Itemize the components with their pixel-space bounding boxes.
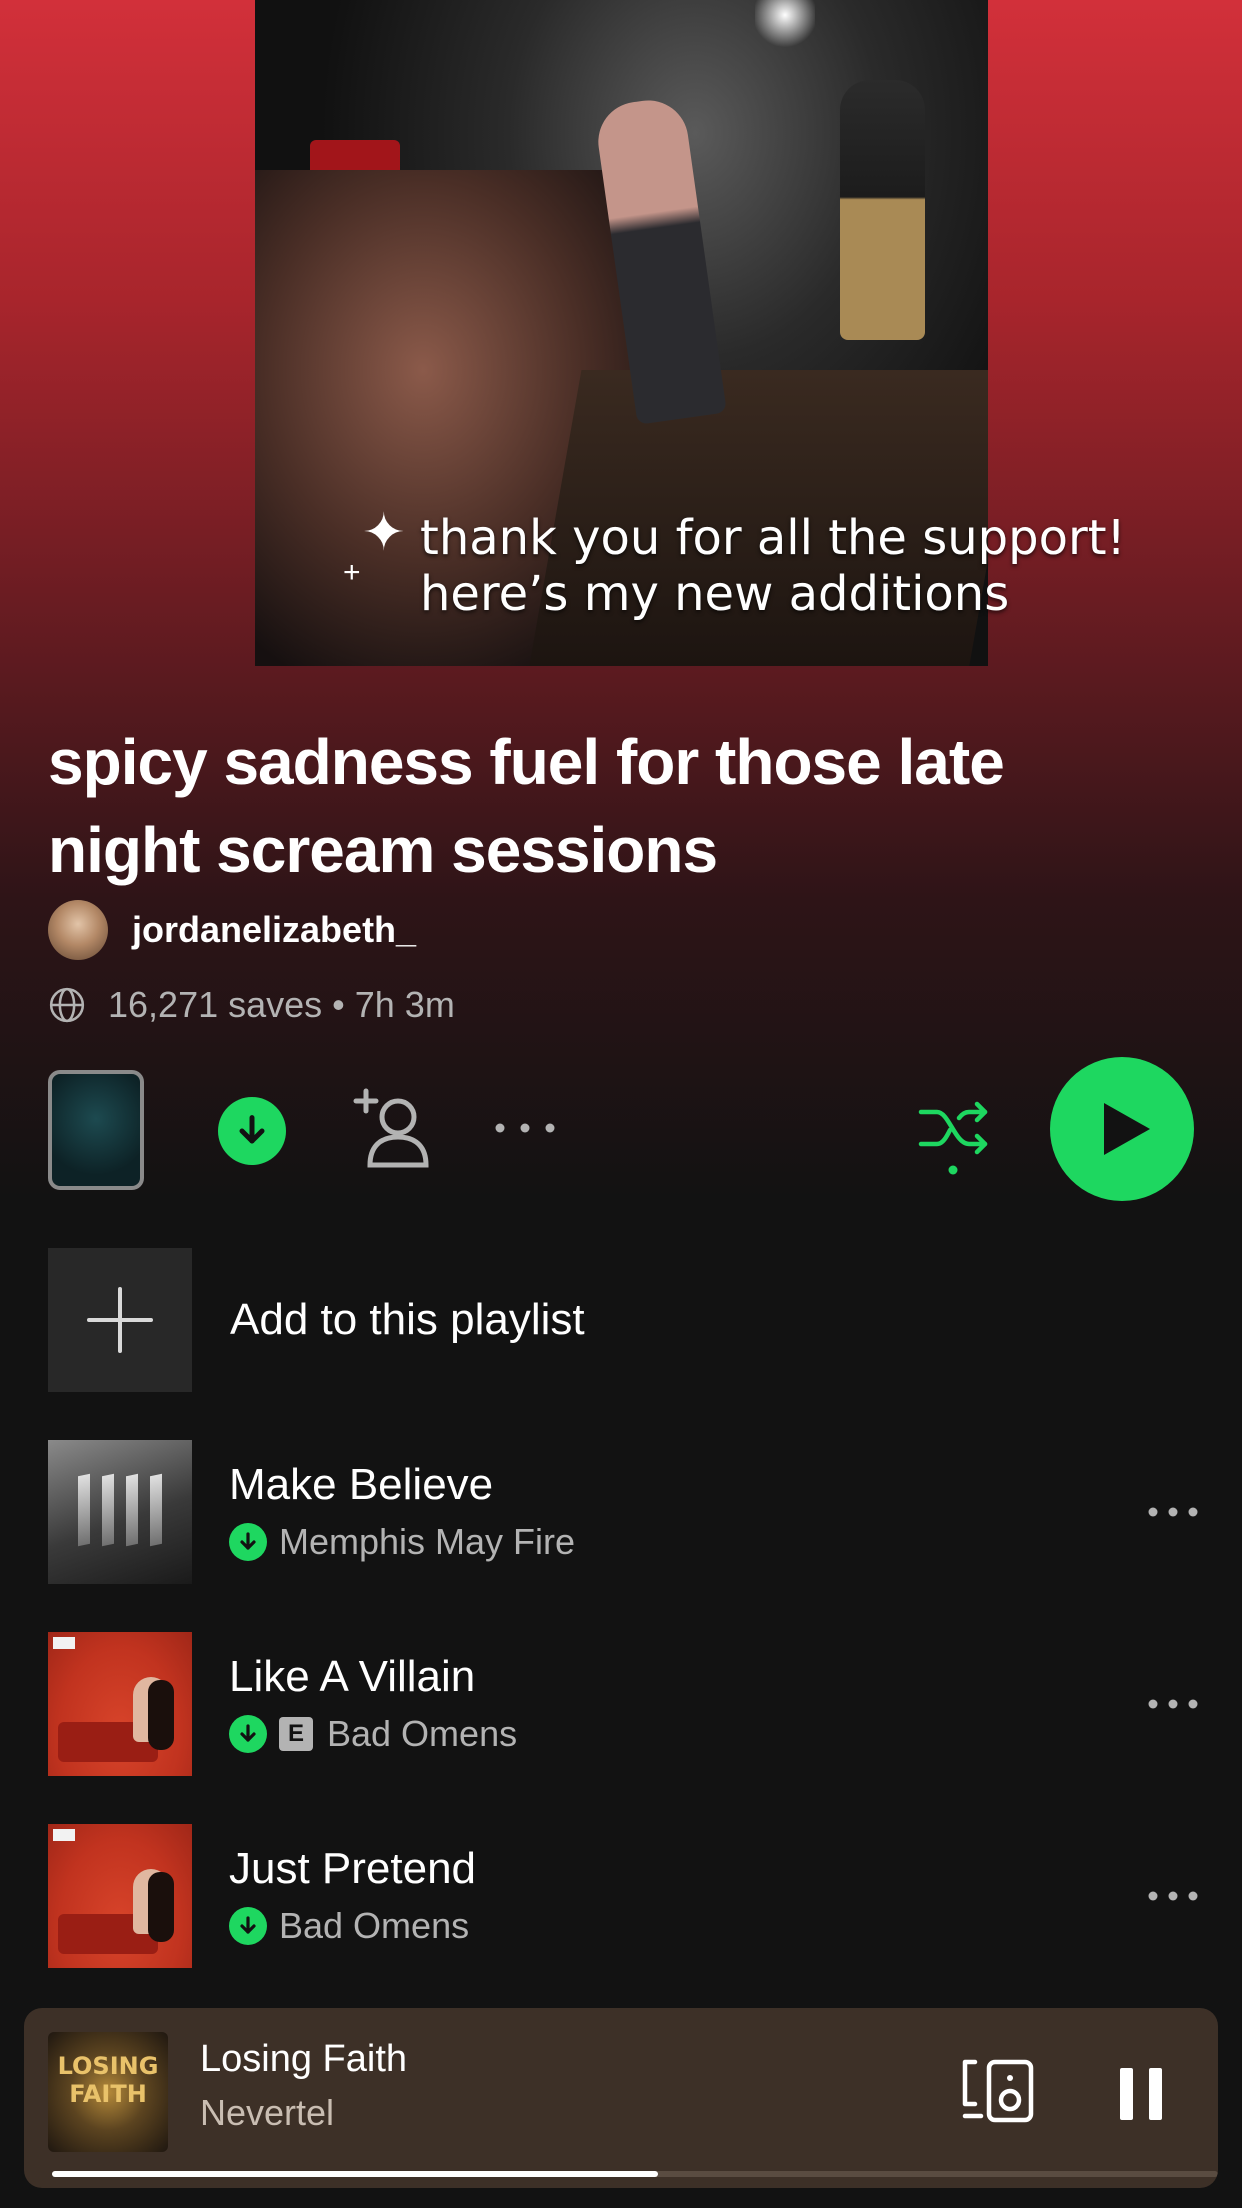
- track-album-art: [48, 1632, 192, 1776]
- plus-icon: [87, 1287, 153, 1353]
- pause-icon[interactable]: [1116, 2064, 1166, 2124]
- playlist-preview-thumbnail[interactable]: [48, 1070, 144, 1190]
- track-artist: Bad Omens: [327, 1713, 518, 1754]
- play-icon: [1104, 1103, 1150, 1155]
- track-title: Like A Villain: [229, 1652, 476, 1701]
- now-playing-artist[interactable]: Nevertel: [200, 2092, 334, 2134]
- track-more-icon[interactable]: [1145, 1689, 1201, 1719]
- track-title: Just Pretend: [229, 1844, 477, 1893]
- download-icon: [239, 1115, 265, 1144]
- track-title: Make Believe: [229, 1460, 494, 1509]
- download-button[interactable]: [218, 1097, 286, 1165]
- add-tile[interactable]: [48, 1248, 192, 1392]
- track-artist: Bad Omens: [279, 1905, 470, 1946]
- track-subtitle: Memphis May Fire: [229, 1520, 575, 1564]
- cover-caption-line-1: thank you for all the support!: [420, 510, 1126, 566]
- owner-avatar[interactable]: [48, 900, 108, 960]
- globe-icon: [49, 987, 85, 1023]
- sparkle-icon: ✦: [362, 504, 406, 562]
- cover-caption-line-2: here’s my new additions: [420, 566, 1010, 622]
- cover-caption: thank you for all the support! here’s my…: [420, 510, 1180, 622]
- track-artist: Memphis May Fire: [279, 1521, 576, 1562]
- now-playing-album-art: LOSING FAITH: [48, 2032, 168, 2152]
- track-row[interactable]: Like A Villain E Bad Omens: [48, 1632, 1198, 1776]
- playback-progress-fill: [52, 2171, 658, 2177]
- track-album-art: [48, 1824, 192, 1968]
- track-row[interactable]: Just Pretend Bad Omens: [48, 1824, 1198, 1968]
- downloaded-icon: [229, 1907, 267, 1945]
- more-icon[interactable]: [490, 1113, 560, 1143]
- now-playing-art-text: LOSING FAITH: [57, 2052, 159, 2108]
- owner-name[interactable]: jordanelizabeth_: [132, 909, 416, 951]
- playlist-title: spicy sadness fuel for those late night …: [48, 726, 1005, 886]
- connect-device-icon[interactable]: [959, 2056, 1039, 2126]
- track-subtitle: Bad Omens: [229, 1904, 469, 1948]
- sparkle-small-icon: +: [343, 556, 361, 589]
- now-playing-bar[interactable]: LOSING FAITH Losing Faith Nevertel: [24, 2008, 1218, 2188]
- action-row: [0, 1055, 1242, 1205]
- now-playing-title[interactable]: Losing Faith: [200, 2038, 407, 2081]
- add-to-playlist-row[interactable]: Add to this playlist: [48, 1248, 585, 1392]
- add-to-playlist-label[interactable]: Add to this playlist: [230, 1295, 585, 1345]
- track-album-art: [48, 1440, 192, 1584]
- cover-guitarist: [840, 80, 925, 340]
- downloaded-icon: [229, 1715, 267, 1753]
- playlist-saves-duration: 16,271 saves • 7h 3m: [108, 984, 455, 1025]
- downloaded-icon: [229, 1523, 267, 1561]
- shuffle-icon[interactable]: [915, 1090, 995, 1180]
- playlist-owner[interactable]: jordanelizabeth_: [48, 900, 416, 960]
- playlist-meta: 16,271 saves • 7h 3m: [48, 980, 455, 1030]
- track-subtitle: E Bad Omens: [229, 1712, 517, 1756]
- track-more-icon[interactable]: [1145, 1881, 1201, 1911]
- track-row[interactable]: Make Believe Memphis May Fire: [48, 1440, 1198, 1584]
- track-more-icon[interactable]: [1145, 1497, 1201, 1527]
- play-button[interactable]: [1050, 1057, 1194, 1201]
- add-user-icon[interactable]: [350, 1085, 430, 1175]
- cover-stage-light: [755, 0, 815, 50]
- explicit-badge: E: [279, 1717, 313, 1751]
